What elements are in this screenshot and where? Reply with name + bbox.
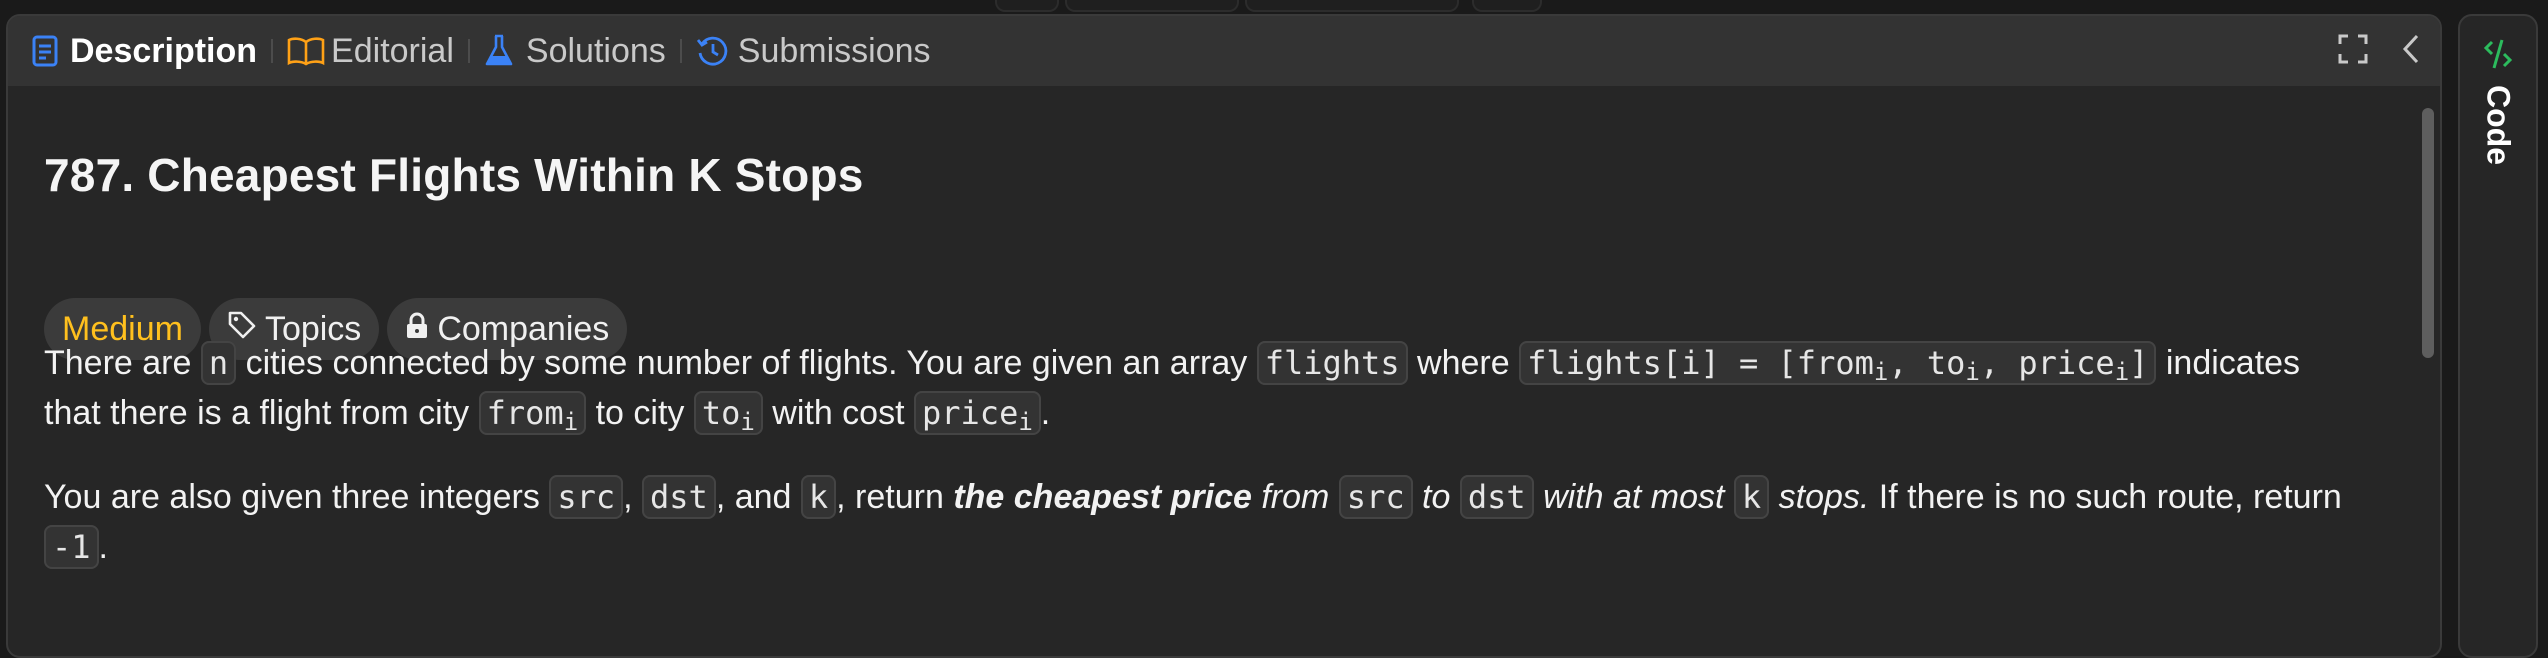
top-edge-stubs	[0, 0, 2548, 12]
inline-code: flights[i] = [fromi, toi, pricei]	[1519, 341, 2157, 385]
tab-divider	[679, 39, 682, 63]
inline-code: flights	[1256, 341, 1408, 385]
problem-title: 787. Cheapest Flights Within K Stops	[44, 149, 864, 201]
inline-code: n	[200, 341, 237, 385]
inline-code: dst	[642, 475, 716, 519]
vertical-scrollbar[interactable]	[2422, 108, 2434, 358]
book-icon	[287, 36, 325, 66]
inline-code: toi	[693, 391, 763, 435]
inline-code: pricei	[914, 391, 1041, 435]
description-paragraph-1: There are n cities connected by some num…	[44, 338, 2300, 438]
fullscreen-icon[interactable]	[2338, 34, 2368, 69]
tab-submissions[interactable]: Submissions	[696, 16, 931, 86]
description-paragraph-2: You are also given three integers src, d…	[44, 472, 2342, 572]
code-icon	[2483, 36, 2513, 77]
description-panel: Description Editorial Solutions Submissi…	[6, 14, 2442, 658]
tab-solutions[interactable]: Solutions	[484, 16, 666, 86]
tab-bar: Description Editorial Solutions Submissi…	[8, 16, 2440, 86]
inline-code: k	[1733, 475, 1770, 519]
code-panel-collapsed: Code	[2458, 14, 2538, 658]
tab-description[interactable]: Description	[32, 16, 257, 86]
code-label: Code	[2480, 85, 2517, 165]
inline-code: src	[549, 475, 624, 519]
tab-divider	[271, 39, 274, 63]
history-icon	[696, 34, 730, 68]
inline-code: dst	[1459, 475, 1534, 519]
tab-solutions-label: Solutions	[525, 31, 666, 70]
tab-editorial-label: Editorial	[331, 31, 454, 70]
flask-icon	[484, 34, 514, 68]
collapse-chevron-icon[interactable]	[2402, 34, 2420, 69]
inline-code: src	[1338, 475, 1413, 519]
tab-editorial[interactable]: Editorial	[287, 16, 454, 86]
inline-code: -1	[44, 525, 99, 569]
inline-code: fromi	[478, 391, 587, 435]
tab-submissions-label: Submissions	[737, 31, 931, 70]
tab-divider	[467, 39, 470, 63]
tab-description-label: Description	[70, 31, 258, 70]
inline-code: k	[800, 475, 837, 519]
description-icon	[32, 35, 58, 67]
problem-content: 787. Cheapest Flights Within K Stops Med…	[44, 86, 2400, 656]
code-panel-toggle[interactable]: Code	[2460, 36, 2536, 165]
